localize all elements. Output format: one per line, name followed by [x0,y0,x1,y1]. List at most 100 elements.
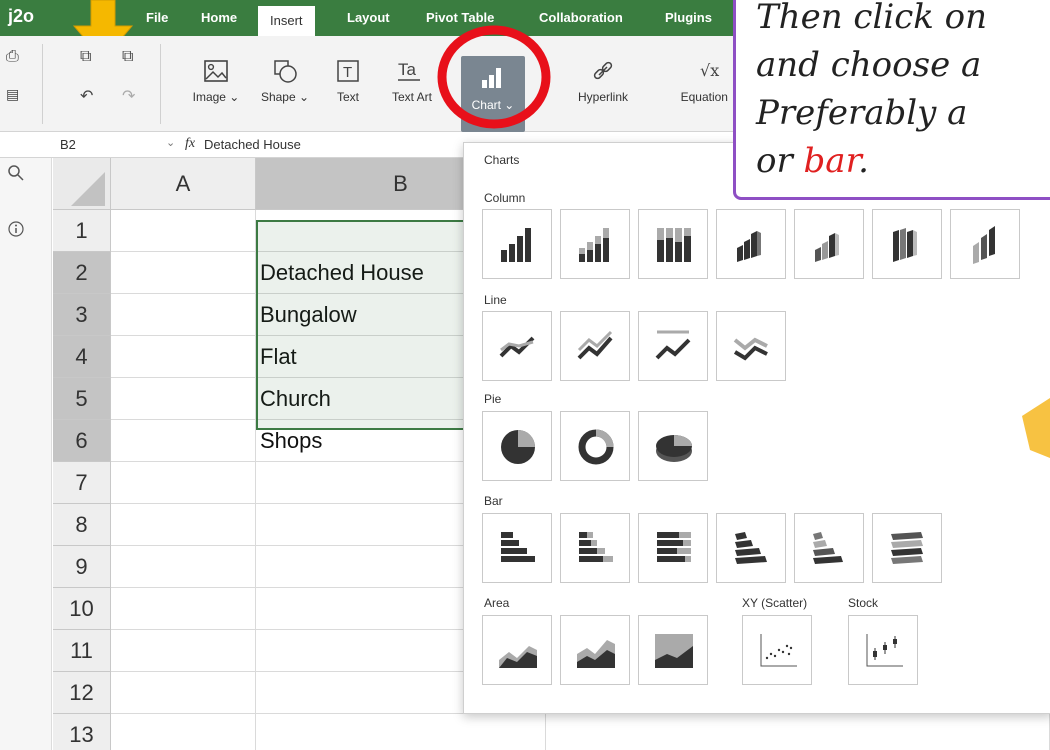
side-panel [0,158,52,750]
paste-icon[interactable]: ⧉ [122,48,133,66]
cell-a[interactable] [111,252,256,294]
cell-a[interactable] [111,462,256,504]
row-header[interactable]: 8 [53,504,111,546]
chevron-down-icon[interactable]: ⌄ [166,136,175,149]
cell-a[interactable] [111,210,256,252]
cell-a[interactable] [111,672,256,714]
chart-type-area-percent[interactable] [638,615,708,685]
select-all-corner[interactable] [53,158,111,210]
section-label-stock: Stock [848,596,879,610]
cell-a[interactable] [111,294,256,336]
percent-column-icon [657,228,691,262]
percent-bar-3d-icon [891,532,923,564]
section-label-bar: Bar [484,494,503,508]
chart-dropdown-menu: Charts Column Line Pie Bar Area XY (Scat… [463,142,1050,714]
chart-type-bar-stacked[interactable] [560,513,630,583]
row-header[interactable]: 11 [53,630,111,672]
name-box[interactable]: B2 [54,133,179,157]
hyperlink-button[interactable]: Hyperlink [568,58,638,104]
section-label-pie: Pie [484,392,502,406]
text-art-icon: Ta [398,60,420,81]
chart-type-bar-3d-stacked[interactable] [794,513,864,583]
chart-type-column-percent[interactable] [638,209,708,279]
formula-input[interactable]: Detached House [204,133,301,157]
callout-highlight-bar: bar [803,141,859,181]
menu-layout[interactable]: Layout [345,0,392,36]
copy-icon[interactable]: ⧉ [80,48,91,66]
column-chart-icon [501,228,531,262]
pie-3d-icon [656,435,692,462]
chart-type-bar-3d-clustered[interactable] [716,513,786,583]
stacked-column-3d-icon [815,233,839,262]
chart-type-column-3d-clustered[interactable] [716,209,786,279]
image-button[interactable]: Image ⌄ [186,58,246,104]
search-icon[interactable] [7,164,25,182]
percent-line-icon [655,330,691,360]
cell-c[interactable] [546,714,1050,750]
chart-type-column-3d-stacked[interactable] [794,209,864,279]
chart-type-scatter[interactable] [742,615,812,685]
doughnut-chart-icon [578,429,614,465]
cell-a[interactable] [111,378,256,420]
cell-a[interactable] [111,714,256,750]
chart-type-column-stacked[interactable] [560,209,630,279]
chart-type-line-3d[interactable] [716,311,786,381]
row-header[interactable]: 3 [53,294,111,336]
shape-button[interactable]: Shape ⌄ [255,58,315,104]
cell-a[interactable] [111,546,256,588]
chart-type-stock[interactable] [848,615,918,685]
row-header[interactable]: 9 [53,546,111,588]
stacked-line-icon [577,330,613,360]
cell-a[interactable] [111,420,256,462]
chart-type-bar-percent[interactable] [638,513,708,583]
percent-bar-icon [657,532,691,562]
row-header[interactable]: 1 [53,210,111,252]
chart-type-line[interactable] [482,311,552,381]
chart-type-column-3d-percent[interactable] [872,209,942,279]
equation-icon: √x [700,61,719,80]
chart-type-column-3d[interactable] [950,209,1020,279]
column-3d-icon [737,231,761,262]
menu-home[interactable]: Home [199,0,239,36]
chart-type-doughnut[interactable] [560,411,630,481]
chart-type-area[interactable] [482,615,552,685]
save-icon[interactable]: ▤ [6,86,19,103]
stacked-column-icon [579,228,609,262]
section-label-scatter: XY (Scatter) [742,596,808,610]
redo-icon[interactable]: ↷ [122,86,135,106]
chart-type-column-clustered[interactable] [482,209,552,279]
row-header[interactable]: 13 [53,714,111,750]
chart-type-line-percent[interactable] [638,311,708,381]
chart-type-pie[interactable] [482,411,552,481]
cell-a[interactable] [111,504,256,546]
chart-type-line-stacked[interactable] [560,311,630,381]
chart-type-bar-clustered[interactable] [482,513,552,583]
row-header[interactable]: 10 [53,588,111,630]
undo-icon[interactable]: ↶ [80,86,93,106]
cell-a[interactable] [111,336,256,378]
row-header[interactable]: 6 [53,420,111,462]
line-3d-icon [733,337,768,361]
text-box-icon: T [337,60,359,82]
row-header[interactable]: 2 [53,252,111,294]
text-button[interactable]: T Text [328,58,368,104]
menu-file[interactable]: File [144,0,170,36]
scatter-chart-icon [760,634,797,667]
info-icon[interactable] [7,220,25,238]
cell-a[interactable] [111,588,256,630]
menu-plugins[interactable]: Plugins [663,0,714,36]
print-icon[interactable]: ⎙ [6,48,19,66]
bar-chart-icon [501,532,535,562]
callout-line-2: and choose a [756,45,982,85]
chart-type-area-stacked[interactable] [560,615,630,685]
cell-b[interactable] [256,714,546,750]
column-header-a[interactable]: A [111,158,256,210]
row-header[interactable]: 5 [53,378,111,420]
cell-a[interactable] [111,630,256,672]
row-header[interactable]: 12 [53,672,111,714]
row-header[interactable]: 7 [53,462,111,504]
chart-type-bar-3d-percent[interactable] [872,513,942,583]
row-header[interactable]: 4 [53,336,111,378]
menu-insert[interactable]: Insert [258,6,315,36]
chart-type-pie-3d[interactable] [638,411,708,481]
